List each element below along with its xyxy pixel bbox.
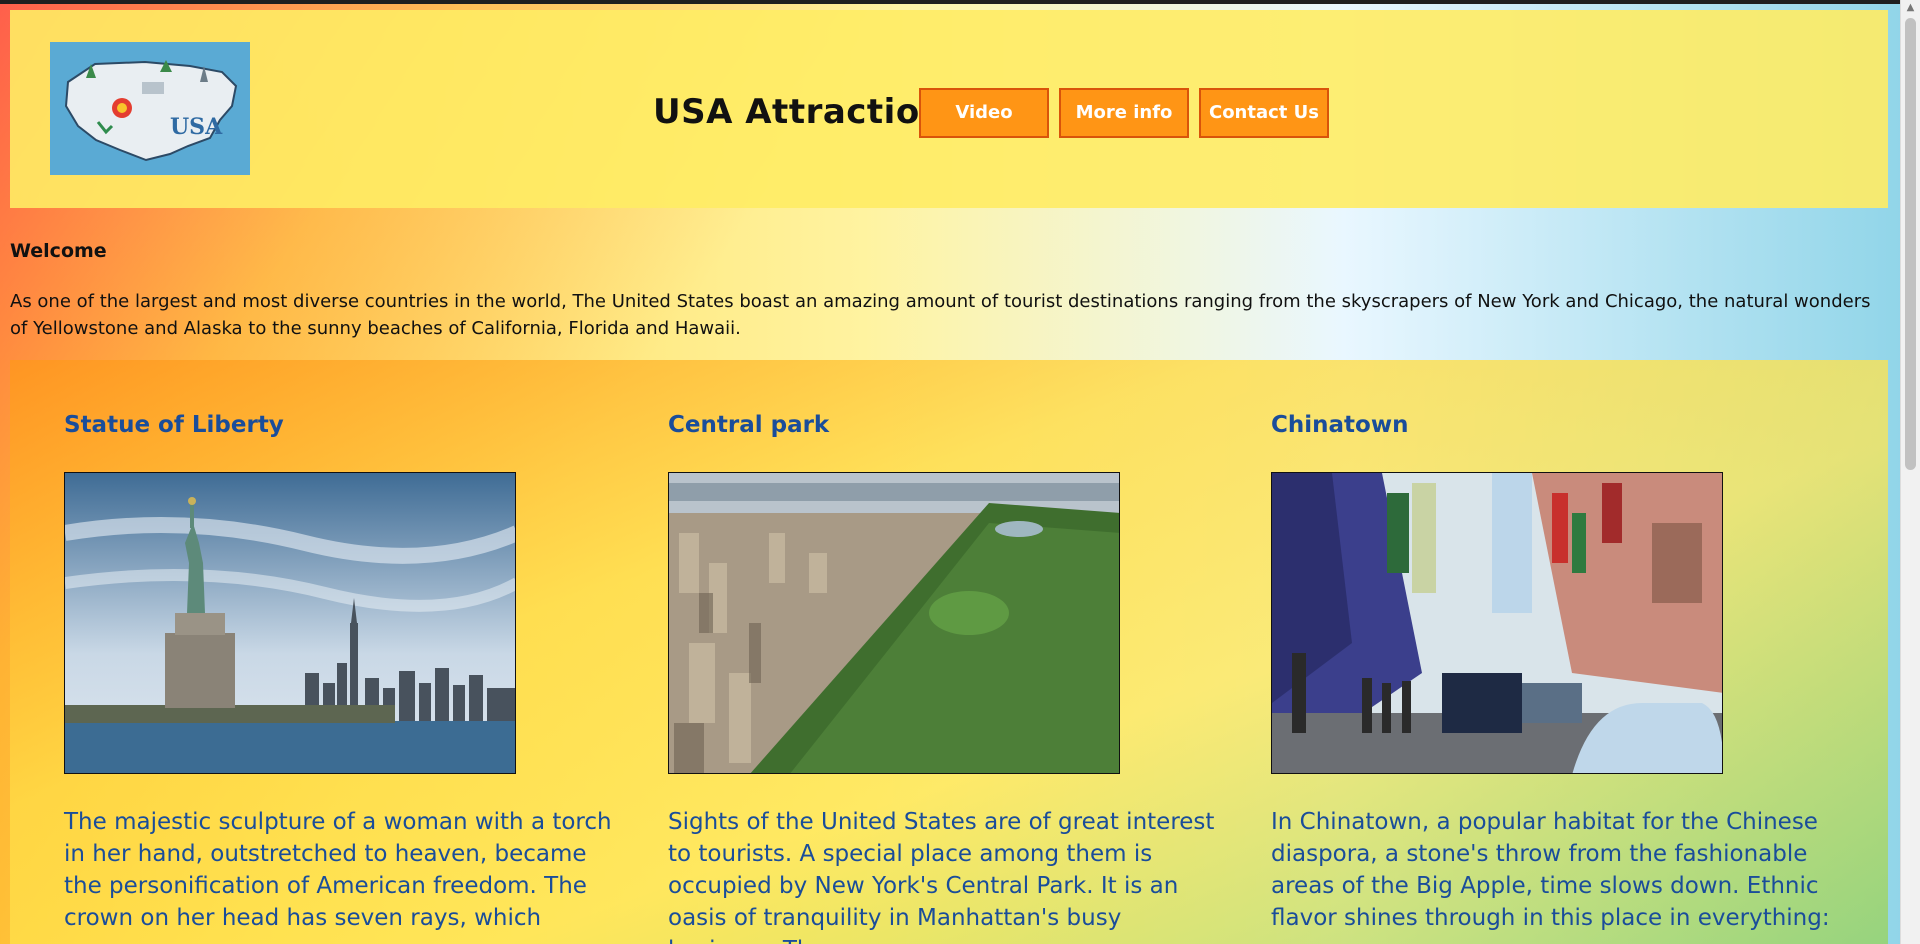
video-button[interactable]: Video (919, 88, 1049, 138)
site-logo[interactable]: USA (50, 42, 250, 175)
statue-of-liberty-photo (64, 472, 516, 774)
attractions-section: Statue of Liberty The majestic sculpture… (10, 360, 1888, 944)
central-park-photo (668, 472, 1120, 774)
usa-map-logo-icon: USA (50, 42, 250, 175)
page: USA USA Attractions Video More info Cont… (0, 4, 1900, 944)
attraction-description: The majestic sculpture of a woman with a… (64, 809, 612, 944)
welcome-text: As one of the largest and most diverse c… (10, 291, 1871, 339)
more-info-button[interactable]: More info (1059, 88, 1189, 138)
vertical-scrollbar[interactable]: ▲ (1900, 0, 1920, 944)
svg-text:USA: USA (170, 114, 223, 140)
attraction-title: Statue of Liberty (64, 412, 284, 438)
attraction-title: Chinatown (1271, 412, 1409, 438)
attraction-description: In Chinatown, a popular habitat for the … (1271, 809, 1830, 931)
attraction-description: Sights of the United States are of great… (668, 809, 1215, 944)
welcome-heading: Welcome (10, 240, 107, 262)
chinatown-photo (1271, 472, 1723, 774)
scroll-up-arrow-icon[interactable]: ▲ (1901, 0, 1920, 16)
site-header: USA USA Attractions Video More info Cont… (10, 10, 1888, 208)
scrollbar-thumb[interactable] (1905, 18, 1916, 470)
attraction-title: Central park (668, 412, 830, 438)
contact-us-button[interactable]: Contact Us (1199, 88, 1329, 138)
